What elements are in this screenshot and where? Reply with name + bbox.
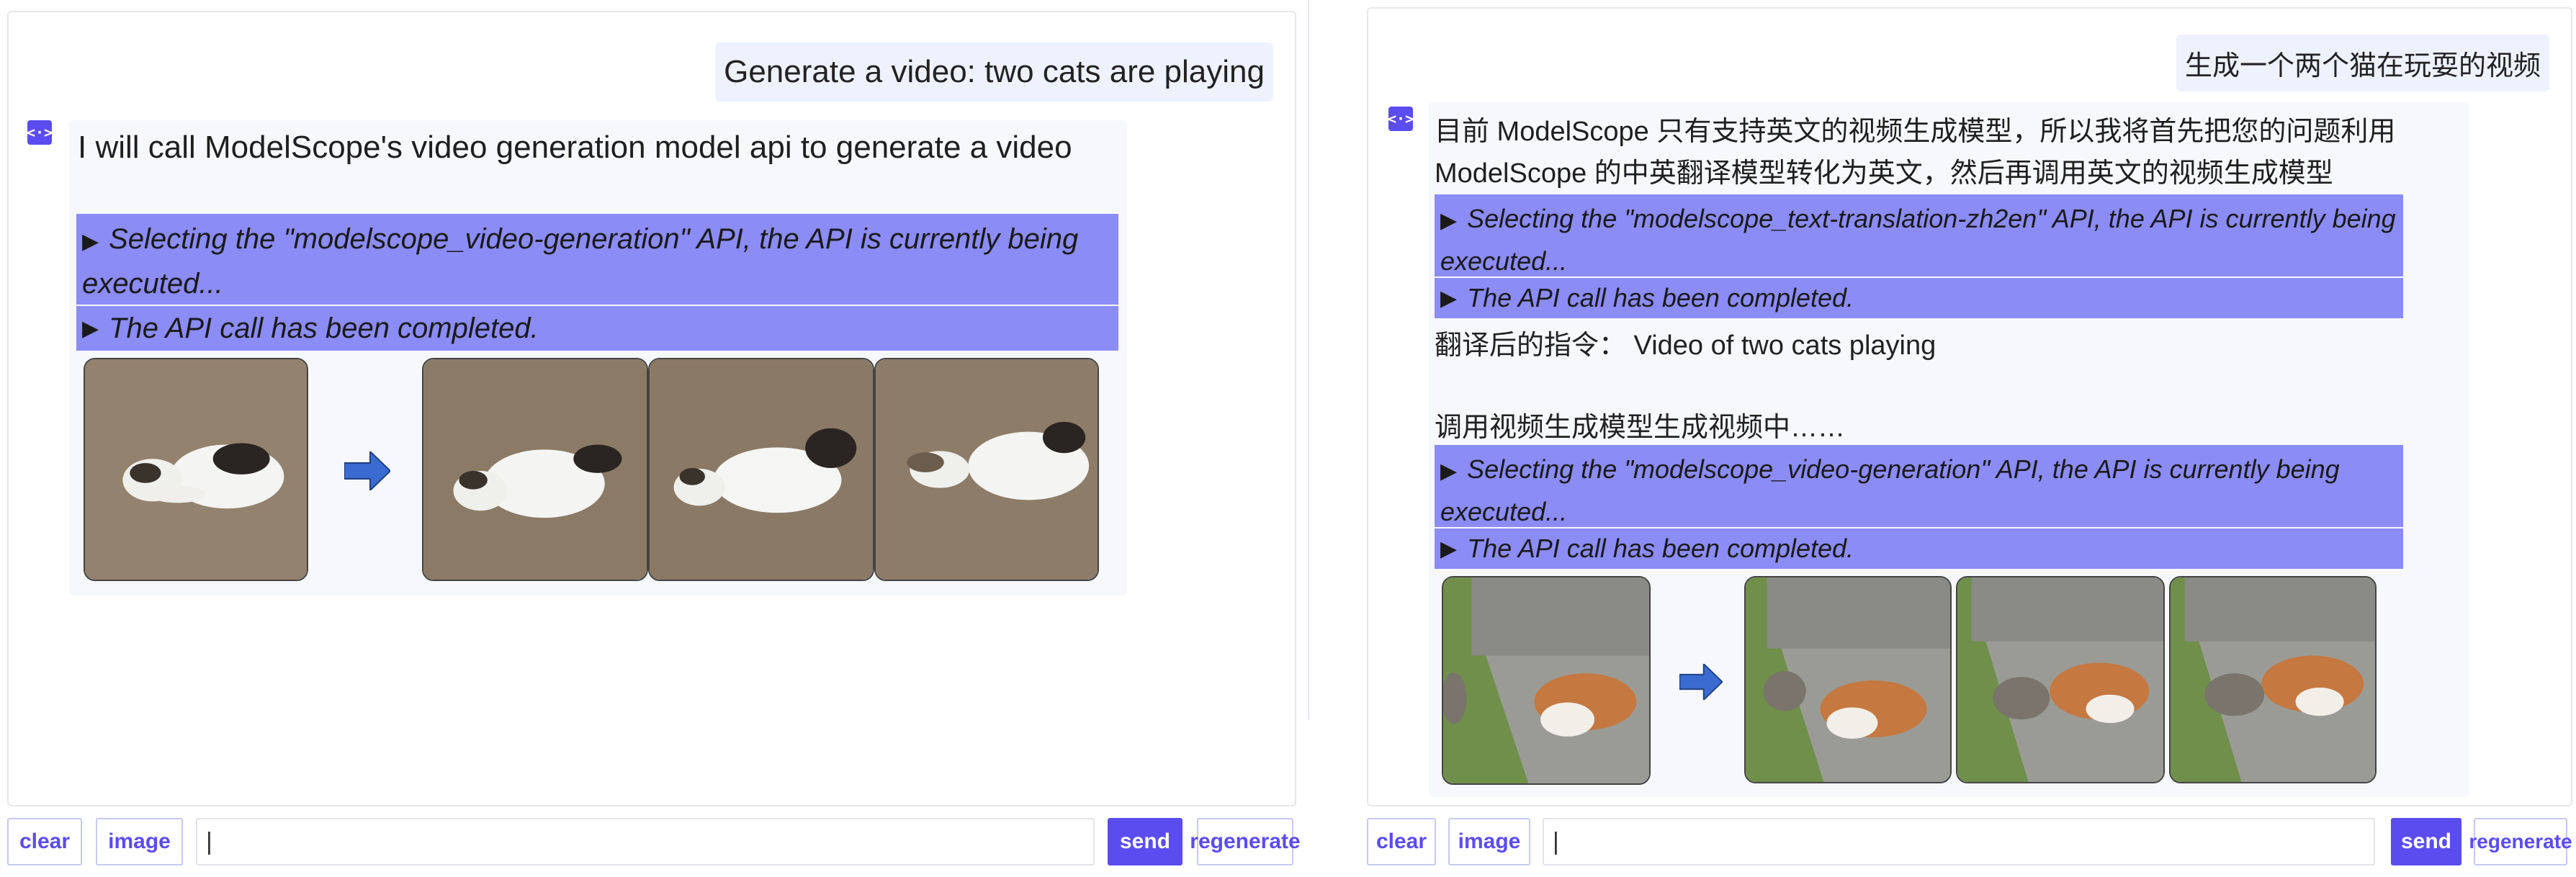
api-call-status[interactable]: ▶ The API call has been completed. [1435,529,2403,569]
cat-on-stone-path-image [1443,577,1649,783]
cat-on-stone-path-image [1957,577,2163,782]
video-thumbnail[interactable] [84,358,308,581]
cat-on-stone-path-image [2171,577,2375,782]
right-chat-panel: 生成一个两个猫在玩耍的视频 <·> 目前 ModelScope 只有支持英文的视… [1360,0,2576,877]
api-call-status[interactable]: ▶ Selecting the "modelscope_video-generat… [1435,445,2403,527]
video-frame[interactable] [422,358,648,581]
right-arrow-icon [1679,664,1723,700]
bot-message: I will call ModelScope's video generatio… [69,120,1127,595]
api-call-label: The API call has been completed. [109,312,539,344]
chat-history: Generate a video: two cats are playing <… [7,11,1296,806]
video-frame[interactable] [874,358,1099,581]
right-arrow-icon [344,451,390,490]
send-button[interactable]: send [2391,818,2461,865]
triangle-right-icon: ▶ [82,230,99,253]
user-message: 生成一个两个猫在玩耍的视频 [2176,35,2549,91]
bot-message: 目前 ModelScope 只有支持英文的视频生成模型，所以我将首先把您的问题利… [1429,102,2469,797]
image-button[interactable]: image [96,818,183,865]
triangle-right-icon: ▶ [1440,459,1458,483]
modelscope-logo-icon: <·> [1388,107,1414,131]
triangle-right-icon: ▶ [1440,536,1458,561]
api-call-status[interactable]: ▶ Selecting the "modelscope_text-translat… [1435,194,2403,276]
cat-on-carpet-image [85,359,307,580]
input-bar: clear image | send regenerate [0,818,1308,868]
bot-message-text: I will call ModelScope's video generatio… [78,130,1072,165]
video-frame[interactable] [1744,576,1952,783]
cat-on-carpet-image [423,359,647,580]
calling-status-text: 调用视频生成模型生成视频中…… [1435,413,1846,443]
api-call-label: Selecting the "modelscope_video-generati… [82,223,1079,300]
clear-button[interactable]: clear [1367,818,1436,865]
video-thumbnail[interactable] [1442,576,1651,785]
api-call-status[interactable]: ▶ The API call has been completed. [1435,278,2403,318]
video-frame[interactable] [648,358,874,581]
triangle-right-icon: ▶ [82,316,99,341]
api-call-label: Selecting the "modelscope_text-translati… [1440,204,2396,276]
cat-on-carpet-image [650,359,873,580]
regenerate-button[interactable]: regenerate [1190,818,1301,865]
api-call-status[interactable]: ▶ Selecting the "modelscope_video-generat… [76,214,1118,305]
api-call-label: The API call has been completed. [1467,534,1854,563]
triangle-right-icon: ▶ [1440,286,1458,310]
regenerate-button[interactable]: regenerate [2469,818,2572,865]
input-bar: clear image | send regenerate [1360,818,2576,867]
cat-on-stone-path-image [1746,577,1950,782]
message-input[interactable]: | [1543,818,2375,865]
video-frame[interactable] [1956,576,2165,783]
panel-divider [1308,0,1309,720]
triangle-right-icon: ▶ [1440,209,1458,233]
message-input[interactable]: | [196,818,1095,865]
user-message: Generate a video: two cats are playing [715,42,1273,102]
video-frame[interactable] [2169,576,2377,783]
clear-button[interactable]: clear [7,818,82,865]
left-chat-panel: Generate a video: two cats are playing <… [0,0,1308,877]
image-button[interactable]: image [1448,818,1530,865]
bot-message-text: 目前 ModelScope 只有支持英文的视频生成模型，所以我将首先把您的问题利… [1435,117,2396,189]
cat-on-carpet-image [876,359,1098,580]
send-button[interactable]: send [1108,818,1182,865]
api-call-status[interactable]: ▶ The API call has been completed. [76,306,1118,351]
api-call-label: Selecting the "modelscope_video-generati… [1440,454,2340,526]
chat-history: 生成一个两个猫在玩耍的视频 <·> 目前 ModelScope 只有支持英文的视… [1367,7,2572,806]
translated-instruction: 翻译后的指令： Video of two cats playing [1435,330,1937,361]
api-call-label: The API call has been completed. [1467,283,1854,312]
modelscope-logo-icon: <·> [27,120,53,145]
